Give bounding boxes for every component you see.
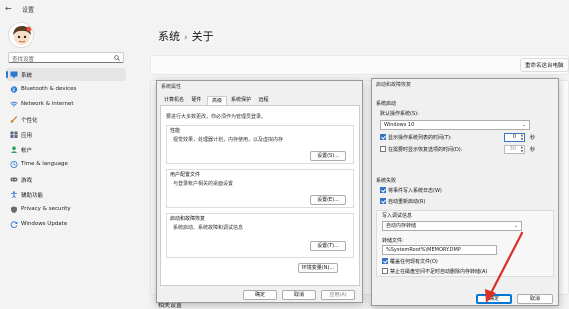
sidebar-item[interactable]: Bluetooth & devices	[6, 83, 126, 96]
search-input[interactable]: 查找设置	[12, 55, 34, 63]
accessibility-icon	[10, 191, 18, 198]
system-properties-dialog: 系统属性 计算机名 硬件 高级 系统保护 远程 要进行大多数更改，你必须作为管理…	[156, 80, 363, 303]
rename-pc-button[interactable]: 重命名这台电脑	[520, 58, 569, 72]
sidebar-item[interactable]: 游戏	[6, 173, 126, 186]
gamepad-icon	[10, 176, 18, 183]
sidebar-item[interactable]: Privacy & security	[6, 203, 126, 216]
bluetooth-icon	[10, 86, 18, 93]
dialog-title: 启动和故障恢复	[376, 82, 412, 88]
wifi-icon	[10, 101, 18, 108]
system-startup-heading: 系统启动	[376, 101, 397, 107]
default-os-value: Windows 10	[384, 122, 415, 128]
write-event-checkbox[interactable]	[380, 187, 386, 193]
show-os-list-checkbox[interactable]	[380, 134, 386, 140]
update-icon	[10, 221, 18, 228]
sidebar-item-label: Privacy & security	[21, 206, 71, 212]
sidebar-item[interactable]: Network & internet	[6, 98, 126, 111]
default-os-select[interactable]: Windows 10 ⌄	[380, 120, 530, 130]
sidebar-item-label: Time & language	[21, 161, 68, 167]
chevron-down-icon: ⌄	[521, 122, 526, 128]
selection-indicator	[6, 71, 8, 78]
show-os-list-spinner[interactable]: 0 ▲ ▼	[504, 133, 525, 142]
device-name-card	[150, 55, 569, 75]
account-icon	[10, 146, 18, 153]
sidebar-item-label: Windows Update	[21, 221, 68, 227]
show-os-list-label: 显示操作系统列表的时间(T):	[388, 135, 452, 141]
startup-recovery-title: 启动和故障恢复	[170, 216, 206, 222]
sidebar-item[interactable]: 应用	[6, 128, 126, 141]
show-recovery-checkbox[interactable]	[380, 146, 386, 152]
debug-info-title: 写入调试信息	[382, 213, 413, 219]
title-bar	[0, 0, 569, 18]
search-icon	[114, 55, 120, 61]
write-event-label: 将事件写入系统日志(W)	[388, 188, 442, 194]
sidebar-item[interactable]: 个性化	[6, 113, 126, 126]
apps-icon	[10, 131, 18, 138]
sidebar-item-label: 游戏	[21, 178, 33, 184]
dialog-title: 系统属性	[161, 84, 182, 90]
avatar[interactable]	[8, 22, 34, 48]
sidebar-item-label: Network & internet	[21, 101, 74, 107]
startup-recovery-settings-button[interactable]: 设置(T)...	[310, 241, 346, 251]
sidebar-item-label: Bluetooth & devices	[21, 86, 77, 92]
admin-note: 要进行大多数更改，你必须作为管理员登录。	[166, 114, 267, 120]
back-arrow-icon: ←	[5, 4, 12, 13]
performance-title: 性能	[170, 128, 181, 134]
show-recovery-label: 在需要时显示恢复选项的时间(D):	[388, 147, 463, 153]
auto-restart-checkbox[interactable]	[380, 198, 386, 204]
auto-restart-label: 自动重新启动(R)	[388, 199, 426, 205]
apply-button[interactable]: 应用(A)	[321, 290, 355, 300]
debug-info-value: 自动内存转储	[386, 223, 417, 229]
sidebar-item-label: 个性化	[21, 118, 38, 124]
startup-recovery-desc: 系统启动、系统故障和调试信息	[173, 225, 244, 231]
show-os-list-value: 0	[512, 134, 516, 140]
user-profiles-settings-button[interactable]: 设置(E)...	[310, 195, 346, 205]
default-os-label: 默认操作系统(S):	[380, 111, 419, 117]
cancel-button[interactable]: 取消	[282, 290, 316, 300]
overwrite-label: 覆盖任何现有文件(O)	[390, 259, 438, 265]
sidebar-item[interactable]: 系统	[6, 68, 126, 81]
spin-arrows-icon: ▲ ▼	[520, 133, 523, 141]
sidebar-item-label: 辅助功能	[21, 193, 44, 199]
spin-arrows-icon: ▲ ▼	[520, 145, 523, 153]
chevron-right-icon: ›	[184, 33, 188, 43]
environment-variables-button[interactable]: 环境变量(N)...	[298, 263, 338, 273]
breadcrumb-parent[interactable]: 系统	[158, 30, 180, 43]
sidebar-item[interactable]: Windows Update	[6, 218, 126, 231]
overwrite-checkbox[interactable]	[382, 258, 388, 264]
seconds-unit: 秒	[530, 135, 536, 141]
shield-icon	[10, 206, 18, 213]
brush-icon	[10, 116, 18, 123]
user-profiles-title: 用户配置文件	[170, 172, 201, 178]
red-arrow-annotation	[485, 231, 524, 303]
performance-desc: 视觉效果，处理器计划，内存使用，以及虚拟内存	[173, 137, 284, 143]
sidebar-item[interactable]: Time & language	[6, 158, 126, 171]
cartoon-avatar-icon	[13, 26, 32, 45]
dump-file-value: %SystemRoot%\MEMORY.DMP	[386, 247, 461, 253]
user-profiles-desc: 与登录帐户相关的桌面设置	[173, 181, 234, 187]
sidebar-item[interactable]: 帐户	[6, 143, 126, 156]
show-recovery-value: 30	[509, 146, 516, 152]
performance-settings-button[interactable]: 设置(S)...	[310, 151, 346, 161]
system-failure-heading: 系统失败	[376, 178, 397, 184]
seconds-unit: 秒	[530, 147, 536, 153]
disable-auto-delete-checkbox[interactable]	[382, 268, 388, 274]
show-recovery-spinner[interactable]: 30 ▲ ▼	[504, 145, 525, 154]
breadcrumb: 系统 › 关于	[158, 28, 214, 44]
dump-file-label: 转储文件:	[382, 238, 404, 244]
search-box[interactable]: 查找设置	[8, 52, 124, 63]
monitor-icon	[10, 71, 18, 78]
sidebar-item[interactable]: 辅助功能	[6, 188, 126, 201]
app-title: 设置	[22, 7, 35, 14]
back-button[interactable]: ←	[5, 5, 12, 13]
page-title: 关于	[191, 30, 214, 43]
sidebar-item-label: 系统	[21, 73, 33, 79]
globe-clock-icon	[10, 161, 18, 168]
sidebar-item-label: 帐户	[21, 148, 33, 154]
ok-button[interactable]: 确定	[243, 290, 277, 300]
sidebar-item-label: 应用	[21, 133, 33, 139]
